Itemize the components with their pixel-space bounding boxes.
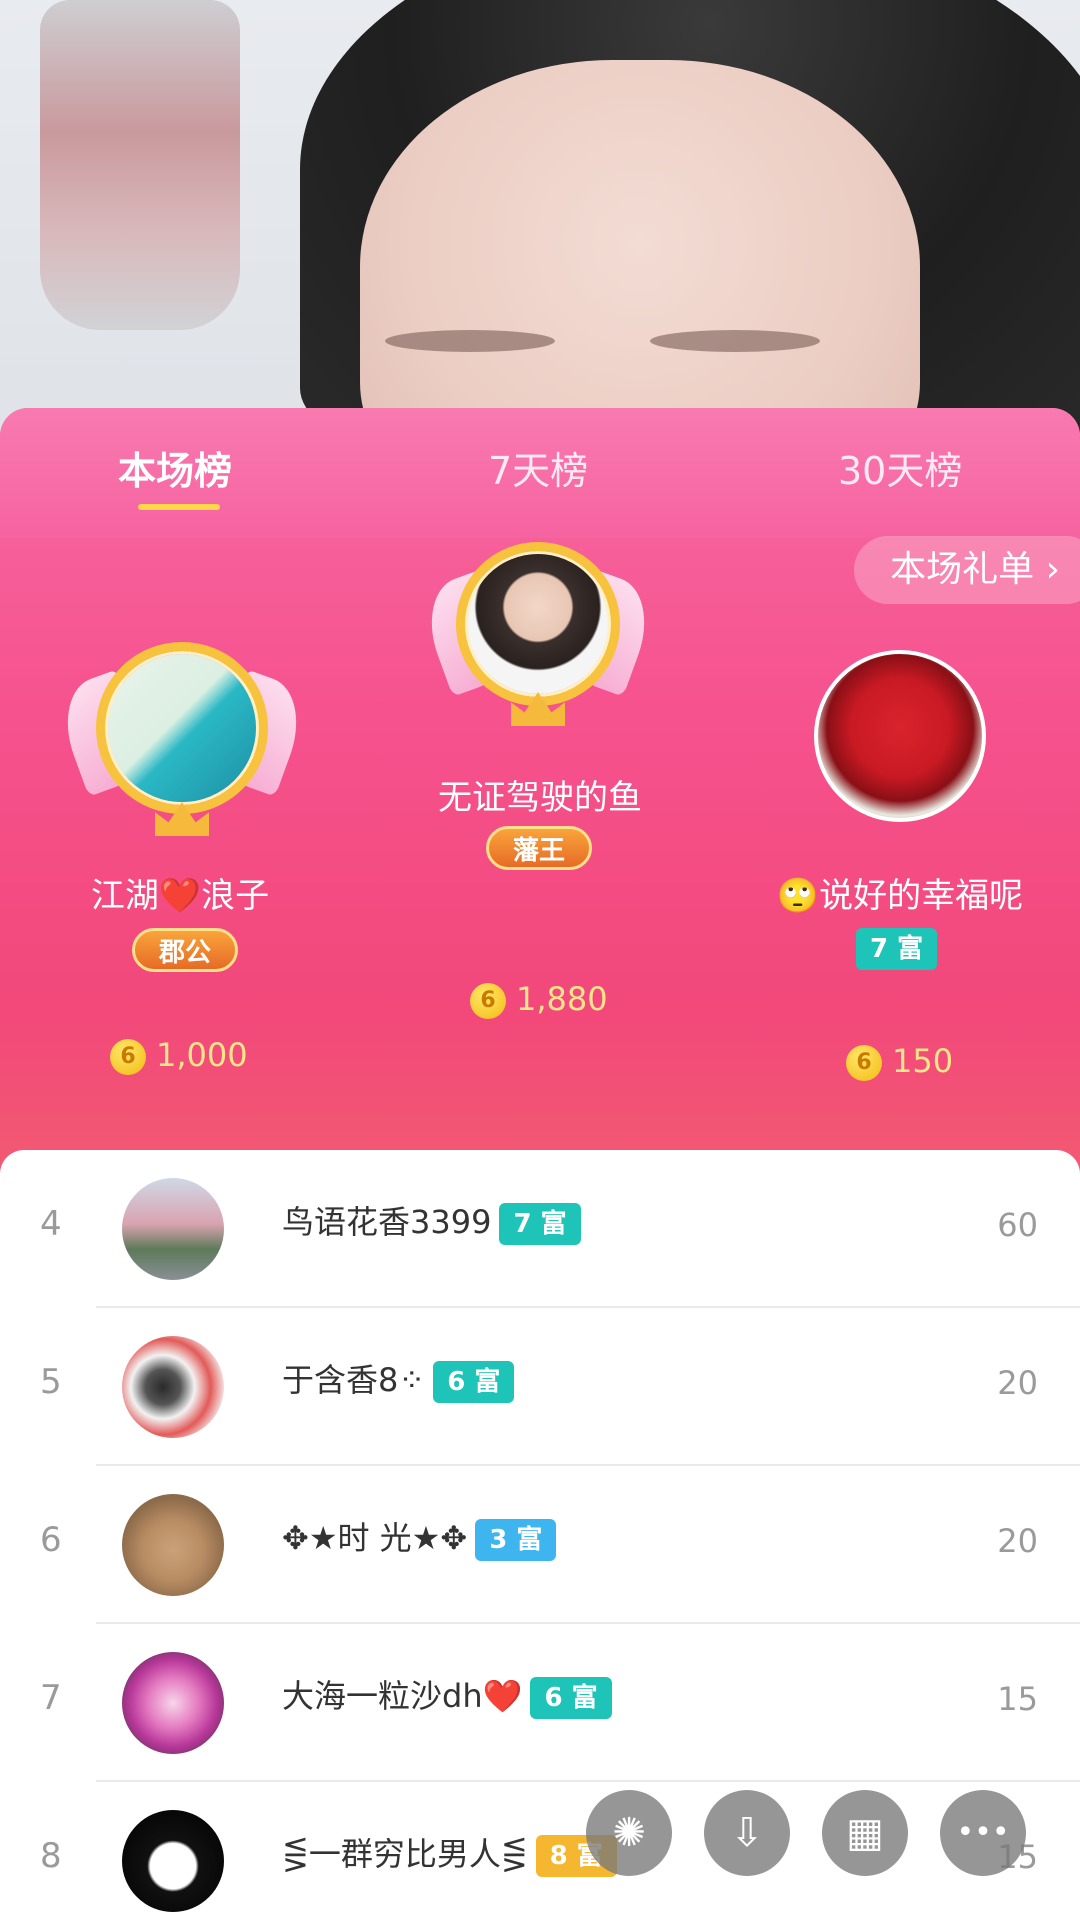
row-rank: 5 (40, 1362, 62, 1402)
row-name: 鸟语花香3399 7 富 (282, 1196, 581, 1248)
list-item[interactable]: 7 大海一粒沙dh❤️ 6 富 15 (0, 1624, 1080, 1782)
row-score: 15 (997, 1680, 1038, 1718)
gift-list-button[interactable]: 本场礼单 › (854, 536, 1080, 604)
coin-icon: 6 (846, 1045, 882, 1081)
third-place-score: 6 150 (846, 1042, 953, 1081)
gift-list-label: 本场礼单 (890, 549, 1035, 590)
second-place-name: 江湖❤️浪子 (90, 876, 270, 916)
row-name: ✥★时 光★✥ 3 富 (282, 1512, 557, 1564)
second-place-avatar (108, 654, 256, 802)
download-icon: ⇩ (730, 1810, 764, 1856)
third-place-avatar[interactable] (814, 650, 986, 822)
row-score: 20 (997, 1522, 1038, 1560)
row-name: ⋚一群穷比男人⋚ 8 富 (282, 1828, 617, 1880)
first-place-name: 无证驾驶的鱼 (438, 778, 642, 818)
rich-badge: 6 富 (530, 1677, 612, 1719)
row-avatar (122, 1336, 224, 1438)
live-video-background (0, 0, 1080, 440)
row-avatar (122, 1178, 224, 1280)
row-rank: 8 (40, 1836, 62, 1876)
row-name-text: 大海一粒沙dh❤️ (282, 1677, 523, 1715)
coin-icon: 6 (110, 1039, 146, 1075)
decorative-toy (40, 0, 240, 330)
grid-icon: ▦ (846, 1810, 884, 1856)
row-rank: 6 (40, 1520, 62, 1560)
row-name: 于含香8⁘ 6 富 (282, 1354, 515, 1406)
tab-current-show[interactable]: 本场榜 (118, 440, 232, 495)
row-avatar (122, 1494, 224, 1596)
row-score: 60 (997, 1206, 1038, 1244)
list-item[interactable]: 8 ⋚一群穷比男人⋚8 富 15 (0, 1782, 1080, 1920)
coin-icon: 6 (470, 983, 506, 1019)
first-place-title-badge: 藩王 (486, 826, 593, 870)
row-name-text: ✥★时 光★✥ (282, 1519, 468, 1557)
streamer-face (360, 60, 920, 440)
list-item[interactable]: 6 ✥★时 光★✥ 3 富 20 (0, 1466, 1080, 1624)
more-icon: ••• (956, 1815, 1010, 1850)
tab-7-days[interactable]: 7天榜 (488, 440, 588, 495)
grid-menu-button[interactable]: ▦ (822, 1790, 908, 1876)
row-name-text: 于含香8⁘ (282, 1361, 426, 1399)
row-name-text: ⋚一群穷比男人⋚ (282, 1835, 528, 1873)
row-name-text: 鸟语花香3399 (282, 1203, 492, 1241)
second-place-score-value: 1,000 (156, 1036, 248, 1074)
streamer-brow-right (650, 330, 820, 352)
row-rank: 7 (40, 1678, 62, 1718)
third-place-name: 🙄说好的幸福呢 (776, 876, 1024, 916)
first-place-avatar-frame[interactable] (415, 538, 661, 728)
third-place-rich-badge: 7 富 (856, 928, 938, 970)
first-place-score-value: 1,880 (516, 980, 608, 1018)
ranking-list: 4 鸟语花香3399 7 富 60 5 于含香8⁘ 6 富 20 6 ✥★时 光★✥… (0, 1150, 1080, 1920)
rich-badge: 6 富 (433, 1361, 515, 1403)
third-place-score-value: 150 (892, 1042, 954, 1080)
row-avatar (122, 1810, 224, 1912)
ranking-tabs: 本场榜 7天榜 30天榜 (0, 408, 1080, 538)
sparkle-icon: ✺ (612, 1810, 646, 1856)
tab-30-days[interactable]: 30天榜 (838, 440, 962, 495)
rich-badge: 3 富 (475, 1519, 557, 1561)
second-place-avatar-frame[interactable] (51, 638, 313, 838)
active-tab-indicator (138, 504, 220, 510)
streamer-brow-left (385, 330, 555, 352)
row-name: 大海一粒沙dh❤️ 6 富 (282, 1670, 612, 1722)
list-item[interactable]: 5 于含香8⁘ 6 富 20 (0, 1308, 1080, 1466)
row-rank: 4 (40, 1204, 62, 1244)
first-place-score: 6 1,880 (470, 980, 608, 1019)
second-place-score: 6 1,000 (110, 1036, 248, 1075)
more-options-button[interactable]: ••• (940, 1790, 1026, 1876)
sparkle-button[interactable]: ✺ (586, 1790, 672, 1876)
first-place-avatar (468, 554, 608, 694)
download-button[interactable]: ⇩ (704, 1790, 790, 1876)
second-place-title-badge: 郡公 (132, 928, 239, 972)
chevron-right-icon: › (1045, 549, 1060, 590)
list-item[interactable]: 4 鸟语花香3399 7 富 60 (0, 1150, 1080, 1308)
rich-badge: 7 富 (499, 1203, 581, 1245)
row-avatar (122, 1652, 224, 1754)
row-score: 20 (997, 1364, 1038, 1402)
